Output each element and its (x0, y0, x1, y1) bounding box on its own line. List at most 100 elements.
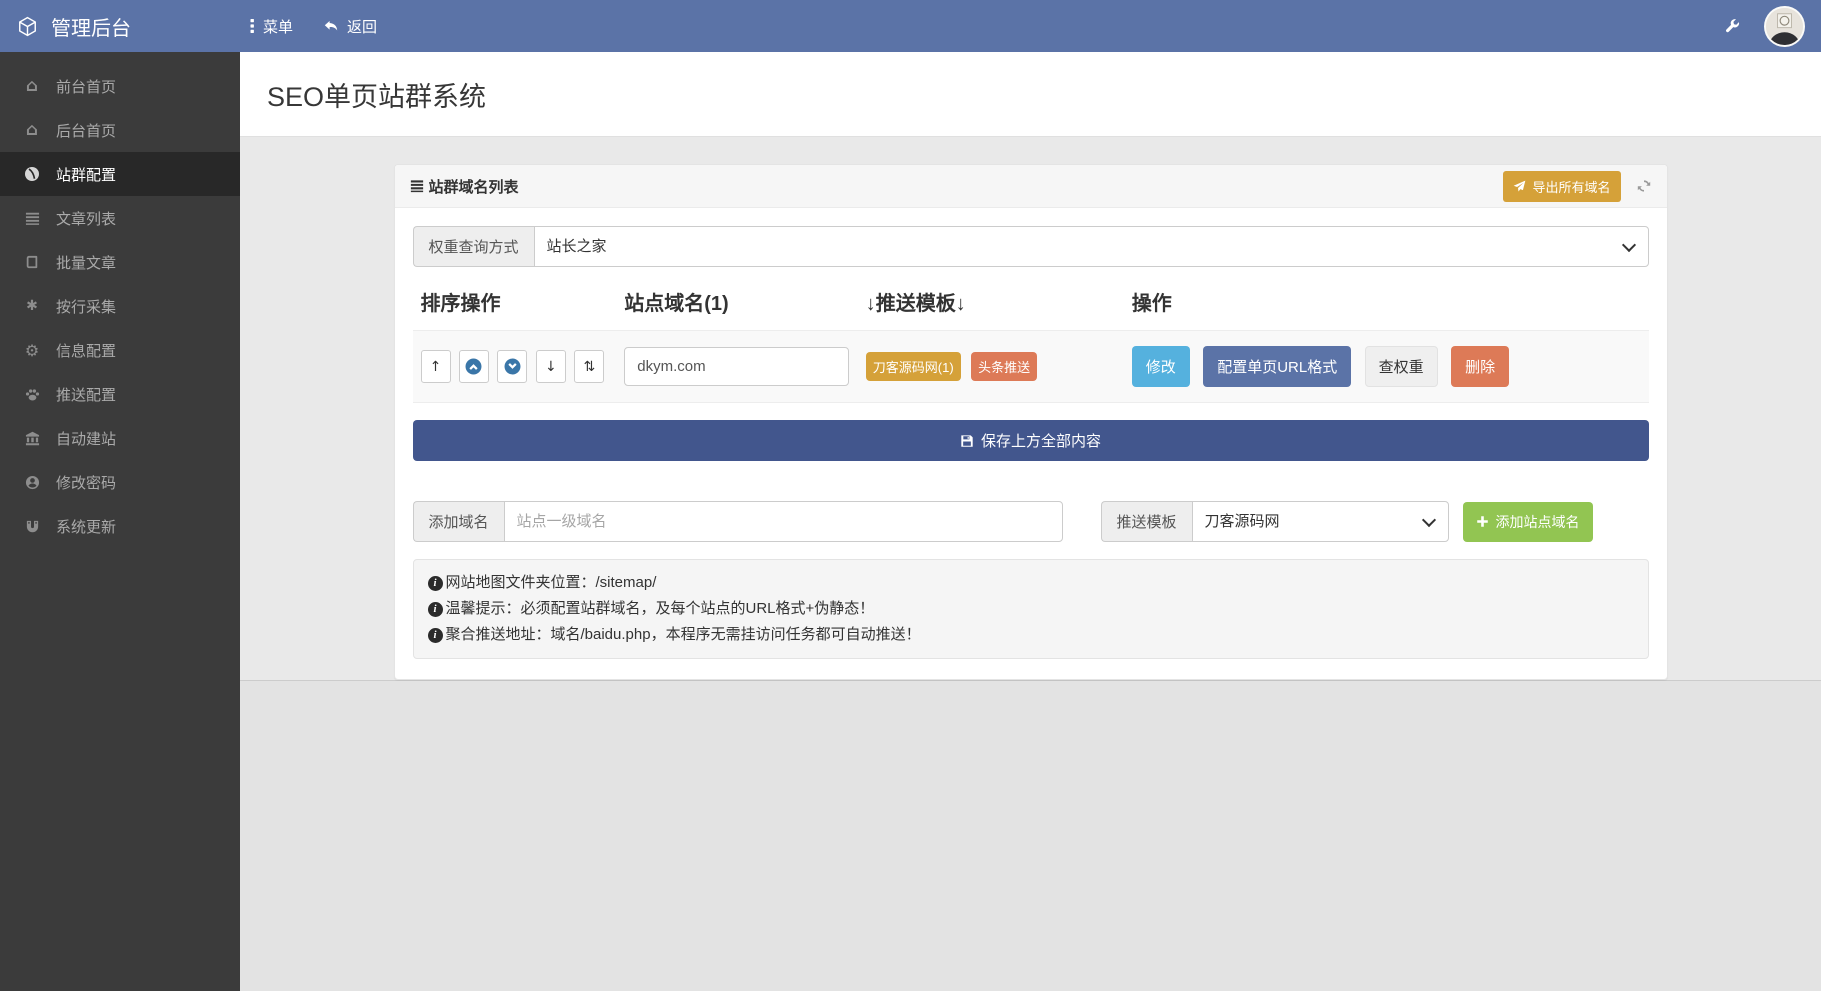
check-weight-button[interactable]: 查权重 (1364, 346, 1438, 387)
header-sort: 排序操作 (420, 293, 501, 315)
toutiao-push-badge[interactable]: 头条推送 (971, 352, 1038, 381)
info-well: 网站地图文件夹位置：/sitemap/ 温馨提示：必须配置站群域名，及每个站点的… (412, 559, 1649, 659)
push-template-select[interactable]: 刀客源码网 (1191, 501, 1449, 542)
app-brand[interactable]: 管理后台 (0, 12, 240, 41)
brand-title: 管理后台 (51, 17, 131, 40)
paw-icon (21, 387, 43, 402)
cube-icon (17, 16, 38, 37)
sidebar-item-push-config[interactable]: 推送配置 (0, 372, 240, 416)
info-circle-icon (427, 627, 443, 643)
note-line: 网站地图文件夹位置：/sitemap/ (427, 570, 1634, 596)
sidebar-item-label: 修改密码 (56, 474, 117, 492)
sidebar-item-system-update[interactable]: 系统更新 (0, 504, 240, 548)
sidebar: 前台首页 后台首页 站群配置 文章列表 批量文章 按行采集 (0, 52, 240, 991)
sidebar-item-label: 后台首页 (56, 122, 117, 140)
list-icon (21, 211, 43, 226)
sidebar-item-site-cluster-config[interactable]: 站群配置 (0, 152, 240, 196)
configure-url-format-button[interactable]: 配置单页URL格式 (1203, 346, 1352, 387)
add-site-domain-label: 添加站点域名 (1495, 513, 1580, 530)
weight-query-label: 权重查询方式 (412, 226, 534, 267)
plus-icon (1476, 515, 1489, 528)
paper-plane-icon (1513, 180, 1526, 193)
domain-list-panel: 站群域名列表 导出所有域名 权重查询方式 站长之家 排序操作 站点域名(1) ↓… (393, 164, 1668, 680)
move-down-button[interactable] (497, 350, 528, 383)
sidebar-item-label: 文章列表 (56, 210, 117, 228)
page-background (240, 681, 1821, 991)
sidebar-item-article-list[interactable]: 文章列表 (0, 196, 240, 240)
weight-query-field: 站长之家 (533, 226, 1649, 267)
sidebar-item-label: 系统更新 (56, 518, 117, 536)
template-cell: 刀客源码网(1) 头条推送 (865, 352, 1132, 381)
sidebar-item-line-collect[interactable]: 按行采集 (0, 284, 240, 328)
info-circle-icon (427, 601, 443, 617)
sidebar-item-batch-articles[interactable]: 批量文章 (0, 240, 240, 284)
panel-body: 权重查询方式 站长之家 排序操作 站点域名(1) ↓推送模板↓ 操作 ↑ ↓ ⇅… (395, 208, 1667, 679)
add-domain-group: 添加域名 (412, 501, 1063, 542)
vertical-ellipsis-icon (250, 18, 255, 34)
sort-toggle-button[interactable] (574, 350, 605, 383)
sidebar-item-label: 自动建站 (56, 430, 117, 448)
table-header-row: 排序操作 站点域名(1) ↓推送模板↓ 操作 (413, 267, 1649, 330)
sidebar-item-label: 前台首页 (56, 78, 117, 96)
reply-arrow-icon (323, 18, 339, 34)
sidebar-item-label: 批量文章 (56, 254, 117, 272)
table-row: 刀客源码网(1) 头条推送 修改 配置单页URL格式 查权重 删除 (412, 330, 1649, 403)
page-title: SEO单页站群系统 (267, 81, 487, 112)
panel-title: 站群域名列表 (410, 176, 519, 197)
list-icon (410, 179, 424, 193)
back-link[interactable]: 返回 (323, 16, 377, 37)
menu-toggle[interactable]: 菜单 (250, 16, 293, 37)
move-top-button[interactable] (420, 350, 451, 383)
move-up-button[interactable] (458, 350, 489, 383)
magnet-icon (21, 519, 43, 534)
back-label: 返回 (347, 18, 378, 36)
home-icon (21, 120, 43, 140)
sidebar-item-admin-home[interactable]: 后台首页 (0, 108, 240, 152)
domain-cell (624, 347, 866, 386)
export-button-label: 导出所有域名 (1532, 179, 1611, 195)
navbar-right (1724, 5, 1821, 47)
domain-input[interactable] (624, 347, 850, 386)
move-bottom-button[interactable] (535, 350, 566, 383)
add-domain-row: 添加域名 推送模板 刀客源码网 (412, 501, 1649, 542)
note-line: 温馨提示：必须配置站群域名，及每个站点的URL格式+伪静态！ (427, 596, 1634, 622)
weight-query-select[interactable]: 站长之家 (533, 226, 1649, 267)
export-all-domains-button[interactable]: 导出所有域名 (1503, 170, 1621, 202)
modify-button[interactable]: 修改 (1131, 346, 1190, 387)
header-domain: 站点域名(1) (624, 293, 729, 315)
header-actions: 操作 (1131, 293, 1172, 315)
note-sitemap: 网站地图文件夹位置：/sitemap/ (445, 574, 657, 591)
main-content: SEO单页站群系统 站群域名列表 导出所有域名 权重查询方式 站长之家 排序操作… (240, 0, 1821, 991)
template-badge[interactable]: 刀客源码网(1) (865, 352, 961, 381)
wrench-icon[interactable] (1724, 18, 1740, 34)
weight-query-group: 权重查询方式 站长之家 (412, 226, 1649, 267)
save-all-label: 保存上方全部内容 (980, 433, 1101, 450)
note-tip: 温馨提示：必须配置站群域名，及每个站点的URL格式+伪静态！ (445, 600, 875, 617)
push-template-field: 刀客源码网 (1191, 501, 1449, 542)
home-icon (21, 76, 43, 96)
menu-label: 菜单 (263, 18, 294, 36)
sidebar-item-front-home[interactable]: 前台首页 (0, 64, 240, 108)
save-all-button[interactable]: 保存上方全部内容 (412, 420, 1649, 461)
user-avatar[interactable] (1764, 5, 1805, 47)
add-domain-input[interactable] (503, 501, 1063, 542)
navbar-links: 菜单 返回 (240, 16, 377, 37)
top-navbar: 管理后台 菜单 返回 (0, 0, 1821, 52)
delete-button[interactable]: 删除 (1451, 346, 1510, 387)
add-site-domain-button[interactable]: 添加站点域名 (1462, 501, 1593, 542)
sort-controls (420, 350, 625, 383)
sidebar-item-label: 信息配置 (56, 342, 117, 360)
bank-icon (21, 431, 43, 446)
sidebar-item-info-config[interactable]: 信息配置 (0, 328, 240, 372)
circle-arrow-up-icon (465, 358, 482, 375)
sidebar-item-change-password[interactable]: 修改密码 (0, 460, 240, 504)
push-template-label: 推送模板 (1100, 501, 1192, 542)
header-push-template: ↓推送模板↓ (865, 293, 966, 315)
sidebar-item-label: 按行采集 (56, 298, 117, 316)
add-domain-field (503, 501, 1063, 542)
floppy-disk-icon (960, 434, 974, 448)
book-icon (21, 255, 43, 269)
panel-heading: 站群域名列表 导出所有域名 (394, 165, 1667, 208)
refresh-icon[interactable] (1636, 178, 1652, 194)
sidebar-item-auto-build[interactable]: 自动建站 (0, 416, 240, 460)
